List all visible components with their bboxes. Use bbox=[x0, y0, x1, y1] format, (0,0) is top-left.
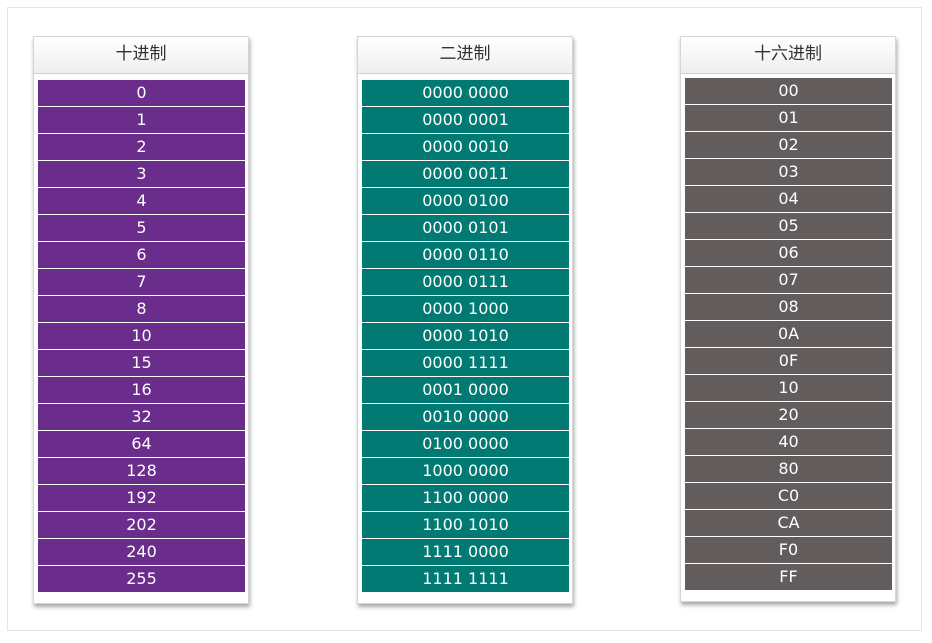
hexadecimal-cell: 03 bbox=[685, 159, 892, 186]
hexadecimal-cell: 80 bbox=[685, 456, 892, 483]
binary-cell: 1111 0000 bbox=[362, 539, 569, 566]
hexadecimal-cell: 40 bbox=[685, 429, 892, 456]
binary-cell: 0000 1111 bbox=[362, 350, 569, 377]
binary-cell: 0000 0011 bbox=[362, 161, 569, 188]
binary-cell: 0100 0000 bbox=[362, 431, 569, 458]
hexadecimal-cell: 05 bbox=[685, 213, 892, 240]
hexadecimal-cell: 0A bbox=[685, 321, 892, 348]
hexadecimal-cells: 00 01 02 03 04 05 06 07 08 0A 0F 10 20 40 80 C0 CA F0 FF bbox=[681, 78, 895, 590]
binary-cell: 0000 0010 bbox=[362, 134, 569, 161]
hexadecimal-cell: C0 bbox=[685, 483, 892, 510]
hexadecimal-cell: 00 bbox=[685, 78, 892, 105]
hexadecimal-cell: 0F bbox=[685, 348, 892, 375]
decimal-cell: 10 bbox=[38, 323, 245, 350]
decimal-cell: 202 bbox=[38, 512, 245, 539]
binary-cell: 0000 0100 bbox=[362, 188, 569, 215]
hexadecimal-cell: 07 bbox=[685, 267, 892, 294]
hexadecimal-cell: 06 bbox=[685, 240, 892, 267]
decimal-cell: 6 bbox=[38, 242, 245, 269]
hexadecimal-cell: CA bbox=[685, 510, 892, 537]
binary-column: 二进制 0000 0000 0000 0001 0000 0010 0000 0011… bbox=[357, 36, 573, 604]
decimal-cell: 5 bbox=[38, 215, 245, 242]
decimal-cell: 240 bbox=[38, 539, 245, 566]
binary-cell: 1000 0000 bbox=[362, 458, 569, 485]
binary-cell: 1100 1010 bbox=[362, 512, 569, 539]
hexadecimal-header: 十六进制 bbox=[681, 37, 895, 74]
hexadecimal-cell: 04 bbox=[685, 186, 892, 213]
binary-cell: 0000 0001 bbox=[362, 107, 569, 134]
binary-cell: 0000 0110 bbox=[362, 242, 569, 269]
decimal-cell: 255 bbox=[38, 566, 245, 592]
decimal-cell: 2 bbox=[38, 134, 245, 161]
decimal-cell: 1 bbox=[38, 107, 245, 134]
hexadecimal-cell: 10 bbox=[685, 375, 892, 402]
hexadecimal-cell: 02 bbox=[685, 132, 892, 159]
decimal-cell: 64 bbox=[38, 431, 245, 458]
decimal-cell: 128 bbox=[38, 458, 245, 485]
hexadecimal-cell: F0 bbox=[685, 537, 892, 564]
hexadecimal-cell: 20 bbox=[685, 402, 892, 429]
decimal-cell: 16 bbox=[38, 377, 245, 404]
decimal-header: 十进制 bbox=[34, 37, 248, 74]
binary-cell: 0000 0000 bbox=[362, 80, 569, 107]
binary-cell: 0010 0000 bbox=[362, 404, 569, 431]
decimal-cells: 0 1 2 3 4 5 6 7 8 10 15 16 32 64 128 192 202 240 255 bbox=[34, 80, 248, 592]
binary-cell: 0000 0111 bbox=[362, 269, 569, 296]
decimal-cell: 32 bbox=[38, 404, 245, 431]
decimal-cell: 7 bbox=[38, 269, 245, 296]
hexadecimal-cell: 08 bbox=[685, 294, 892, 321]
decimal-cell: 8 bbox=[38, 296, 245, 323]
hexadecimal-cell: FF bbox=[685, 564, 892, 590]
binary-cell: 0000 0101 bbox=[362, 215, 569, 242]
binary-cell: 0000 1000 bbox=[362, 296, 569, 323]
decimal-cell: 0 bbox=[38, 80, 245, 107]
binary-header: 二进制 bbox=[358, 37, 572, 74]
decimal-cell: 3 bbox=[38, 161, 245, 188]
binary-cell: 1111 1111 bbox=[362, 566, 569, 592]
decimal-cell: 15 bbox=[38, 350, 245, 377]
decimal-cell: 4 bbox=[38, 188, 245, 215]
decimal-cell: 192 bbox=[38, 485, 245, 512]
binary-cell: 1100 0000 bbox=[362, 485, 569, 512]
hexadecimal-cell: 01 bbox=[685, 105, 892, 132]
binary-cells: 0000 0000 0000 0001 0000 0010 0000 0011 0000… bbox=[358, 80, 572, 592]
decimal-column: 十进制 0 1 2 3 4 5 6 7 8 10 15 16 32 64 128 192 202 240 255 bbox=[33, 36, 249, 604]
binary-cell: 0001 0000 bbox=[362, 377, 569, 404]
binary-cell: 0000 1010 bbox=[362, 323, 569, 350]
hexadecimal-column: 十六进制 00 01 02 03 04 05 06 07 08 0A 0F 10 20 40 80 C0 CA F… bbox=[680, 36, 896, 602]
